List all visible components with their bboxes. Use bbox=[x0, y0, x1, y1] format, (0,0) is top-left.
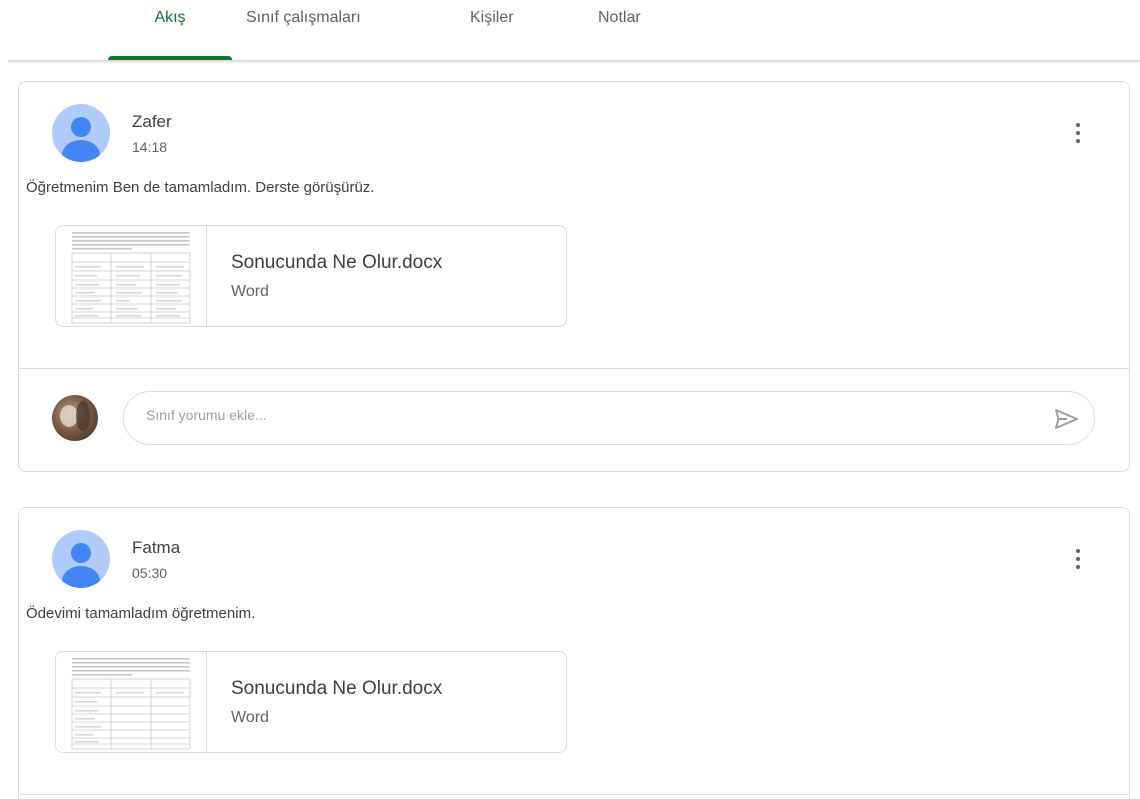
tab-bar: Akış Sınıf çalışmaları Kişiler Notlar bbox=[0, 0, 1140, 64]
account-avatar-icon bbox=[52, 530, 110, 588]
comment-field[interactable] bbox=[123, 391, 1095, 445]
comment-divider bbox=[19, 368, 1129, 369]
more-vert-icon[interactable] bbox=[1066, 546, 1090, 576]
attachment-card[interactable]: Sonucunda Ne Olur.docx Word bbox=[55, 651, 567, 753]
tab-label: Sınıf çalışmaları bbox=[246, 9, 361, 26]
tab-bar-shadow bbox=[8, 60, 1140, 64]
tab-label: Notlar bbox=[598, 9, 641, 26]
attachment-name: Sonucunda Ne Olur.docx bbox=[231, 252, 443, 273]
document-thumbnail bbox=[56, 226, 207, 326]
post-card: Zafer 14:18 Öğretmenim Ben de tamamladım… bbox=[18, 81, 1130, 472]
user-avatar bbox=[52, 395, 98, 441]
comment-input[interactable] bbox=[146, 407, 1006, 423]
post-author: Zafer bbox=[132, 112, 172, 131]
attachment-type: Word bbox=[231, 283, 269, 300]
tab-label: Kişiler bbox=[470, 9, 514, 26]
tab-label: Akış bbox=[154, 9, 186, 26]
post-time: 14:18 bbox=[132, 139, 168, 155]
more-vert-icon[interactable] bbox=[1066, 120, 1090, 150]
attachment-card[interactable]: Sonucunda Ne Olur.docx Word bbox=[55, 225, 567, 327]
account-avatar-icon bbox=[52, 104, 110, 162]
send-icon[interactable] bbox=[1052, 405, 1080, 433]
tab-akis[interactable]: Akış bbox=[108, 0, 232, 60]
post-text: Öğretmenim Ben de tamamladım. Derste gör… bbox=[26, 179, 375, 196]
attachment-type: Word bbox=[231, 709, 269, 726]
post-text: Ödevimi tamamladım öğretmenim. bbox=[26, 605, 256, 622]
attachment-name: Sonucunda Ne Olur.docx bbox=[231, 678, 443, 699]
post-time: 05:30 bbox=[132, 565, 168, 581]
comment-divider bbox=[19, 794, 1129, 795]
document-thumbnail bbox=[56, 652, 207, 752]
post-card: Fatma 05:30 Ödevimi tamamladım öğretmeni… bbox=[18, 507, 1130, 799]
post-author: Fatma bbox=[132, 538, 181, 557]
